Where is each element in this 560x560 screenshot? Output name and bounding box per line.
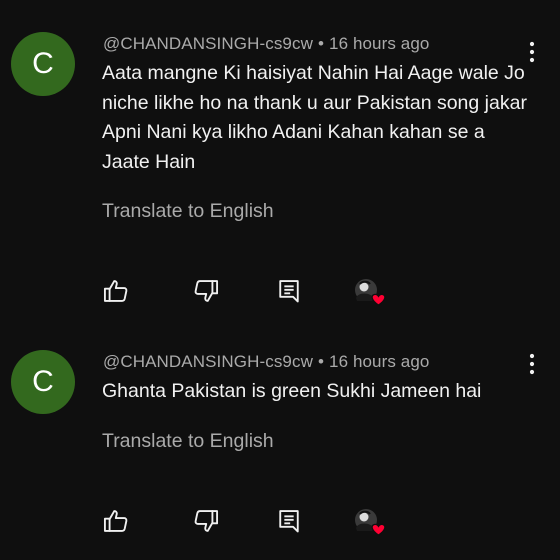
reply-button[interactable] xyxy=(275,277,303,305)
comment-header: @CHANDANSINGH-cs9cw • 16 hours ago xyxy=(103,352,429,372)
translate-link[interactable]: Translate to English xyxy=(102,200,274,223)
dislike-button[interactable] xyxy=(192,277,220,305)
like-button[interactable] xyxy=(102,277,130,305)
creator-heart-icon xyxy=(355,279,386,306)
comment-text: Aata mangne Ki haisiyat Nahin Hai Aage w… xyxy=(102,62,527,173)
more-options-button[interactable] xyxy=(520,38,544,66)
avatar[interactable]: C xyxy=(11,350,75,414)
more-vert-icon xyxy=(529,41,535,63)
meta-separator: • xyxy=(317,34,325,53)
thumbs-up-icon xyxy=(103,510,128,532)
creator-heart-icon xyxy=(355,509,386,536)
comment-thread: C @CHANDANSINGH-cs9cw • 16 hours ago Ghant… xyxy=(0,330,560,560)
more-options-button[interactable] xyxy=(520,350,544,378)
thumbs-up-icon xyxy=(103,280,128,302)
comment-reply-icon xyxy=(279,280,299,303)
author-name[interactable]: @CHANDANSINGH-cs9cw xyxy=(103,34,313,53)
comment-reply-icon xyxy=(279,510,299,533)
comment-timestamp[interactable]: 16 hours ago xyxy=(329,34,429,53)
comment-timestamp[interactable]: 16 hours ago xyxy=(329,352,429,371)
more-vert-icon xyxy=(529,353,535,375)
creator-heart xyxy=(352,278,388,308)
avatar[interactable]: C xyxy=(11,32,75,96)
author-name[interactable]: @CHANDANSINGH-cs9cw xyxy=(103,352,313,371)
thumbs-down-icon xyxy=(194,280,219,302)
comment-header: @CHANDANSINGH-cs9cw • 16 hours ago xyxy=(103,34,429,54)
meta-separator: • xyxy=(317,352,325,371)
dislike-button[interactable] xyxy=(192,507,220,535)
like-button[interactable] xyxy=(102,507,130,535)
comment-actions xyxy=(0,505,560,537)
comment-text: Ghanta Pakistan is green Sukhi Jameen ha… xyxy=(102,380,482,402)
comment-thread: C @CHANDANSINGH-cs9cw • 16 hours ago Aata … xyxy=(0,0,560,330)
creator-heart xyxy=(352,508,388,538)
comment-actions xyxy=(0,275,560,307)
reply-button[interactable] xyxy=(275,507,303,535)
translate-link[interactable]: Translate to English xyxy=(102,430,274,453)
thumbs-down-icon xyxy=(194,510,219,532)
